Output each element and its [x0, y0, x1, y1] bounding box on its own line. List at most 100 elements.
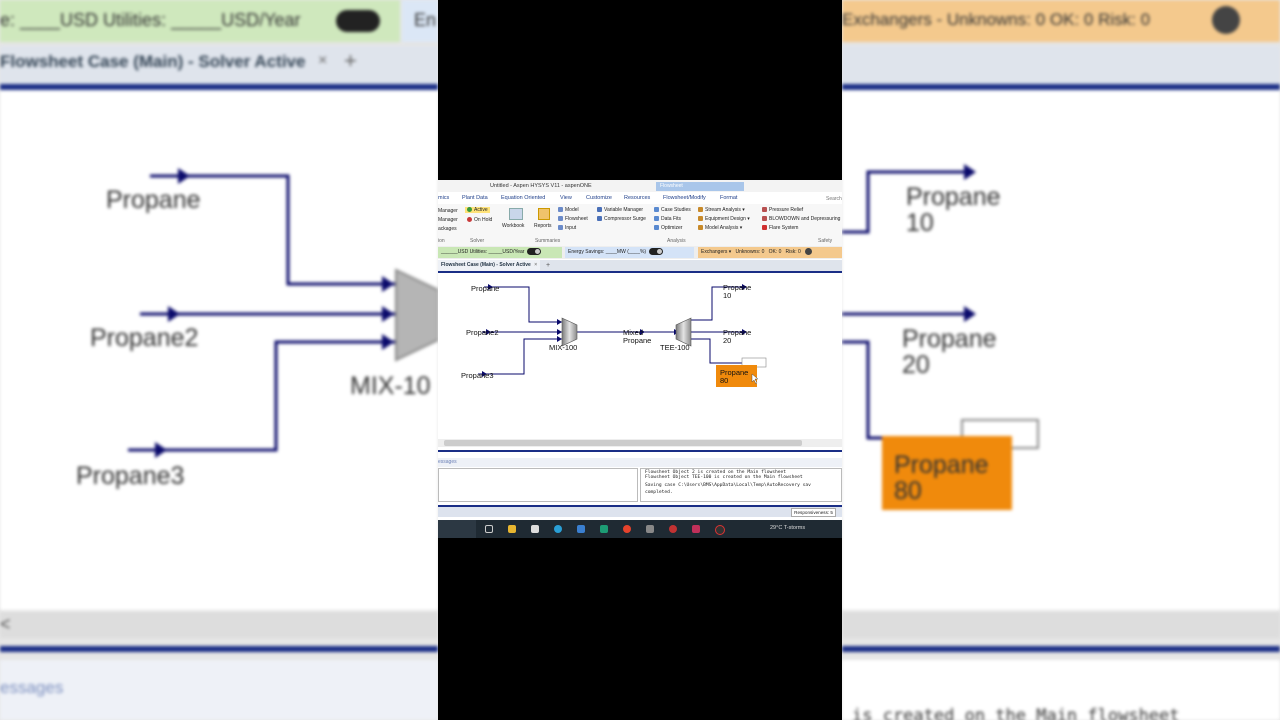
summary-input-label: Input: [565, 225, 577, 231]
pressure-relief-button[interactable]: Pressure Relief: [762, 207, 803, 213]
solver-active-button[interactable]: Active: [465, 207, 490, 213]
flare-system-button[interactable]: Flare System: [762, 225, 798, 231]
summary-input[interactable]: Input: [558, 225, 576, 231]
summary-model-label: Model: [565, 207, 579, 213]
pane-divider[interactable]: [438, 450, 842, 452]
summary-model[interactable]: Model: [558, 207, 579, 213]
add-tab-button[interactable]: +: [546, 260, 550, 271]
cost-status-text: ______USD Utilities: _____USD/Year: [441, 249, 525, 255]
tab-view[interactable]: View: [560, 195, 572, 201]
workbook-button[interactable]: Workbook: [502, 223, 524, 229]
tab-resources[interactable]: Resources: [624, 195, 650, 201]
close-icon[interactable]: ×: [534, 262, 537, 268]
tab-equation-oriented[interactable]: Equation Oriented: [501, 195, 545, 201]
data-fits-label: Data Fits: [661, 216, 682, 222]
mix-100-block[interactable]: [561, 317, 578, 347]
edge-browser-icon[interactable]: [554, 525, 562, 533]
store-icon[interactable]: [531, 525, 539, 533]
tab-dynamics[interactable]: mics: [438, 195, 449, 201]
bg-stream-propane3: Propane3: [76, 462, 185, 490]
model-analysis-icon: [698, 225, 703, 231]
trace-window[interactable]: Flowsheet Object 2 is created on the Mai…: [640, 468, 842, 502]
optimizer-button[interactable]: Optimizer: [654, 225, 682, 231]
stream-label-mixed-propane[interactable]: Mixed Propane: [623, 329, 651, 345]
windows-taskbar: 29°C T-storms: [438, 520, 842, 538]
stream-label-propane2[interactable]: Propane2: [466, 329, 499, 337]
solver-active-icon: [467, 207, 472, 213]
canvas-horizontal-scrollbar[interactable]: [438, 439, 842, 447]
application-status-bar: Responsiveness: 5: [438, 505, 842, 517]
bg-message-line: is created on the Main flowsheet: [852, 706, 1180, 720]
equipment-design-button[interactable]: Equipment Design ▾: [698, 216, 750, 222]
risk-count: Risk: 0: [785, 249, 801, 255]
flowsheet-canvas[interactable]: Propane Propane2 Propane3 MIX-100 Mixed …: [438, 273, 842, 439]
cost-toggle[interactable]: [527, 248, 542, 256]
ribbon-manager-2[interactable]: Manager: [438, 217, 458, 223]
solver-active-label: Active: [474, 207, 488, 213]
task-view-icon[interactable]: [485, 525, 493, 533]
ribbon-manager-1[interactable]: Manager: [438, 208, 458, 214]
case-studies-button[interactable]: Case Studies: [654, 207, 691, 213]
chrome-icon[interactable]: [623, 525, 631, 533]
stream-label-propane[interactable]: Propane: [471, 285, 499, 293]
compressor-surge-icon: [597, 216, 602, 222]
responsiveness-indicator[interactable]: Responsiveness: 5: [791, 508, 836, 517]
exchangers-status[interactable]: Exchangers ▾ Unknowns: 0 OK: 0 Risk: 0: [698, 247, 842, 258]
messages-left-pane[interactable]: [438, 468, 638, 502]
energy-status-text: Energy Savings: ____MW (____%): [568, 249, 647, 255]
blowdown-label: BLOWDOWN and Depressuring: [769, 216, 841, 222]
document-tab-row: Flowsheet Case (Main) - Solver Active × …: [438, 260, 842, 273]
recorder-icon[interactable]: [715, 525, 725, 535]
unit-label-mix-100[interactable]: MIX-100: [549, 344, 577, 352]
unit-label-tee-100[interactable]: TEE-100: [660, 344, 690, 352]
compressor-surge-button[interactable]: Compressor Surge: [597, 216, 646, 222]
stream-lines: [478, 286, 744, 375]
cost-status[interactable]: ______USD Utilities: _____USD/Year: [438, 247, 562, 258]
solver-onhold-button[interactable]: On Hold: [467, 217, 492, 223]
bg-divider-right: [842, 646, 1280, 652]
taskbar-search[interactable]: [438, 520, 476, 538]
summary-flowsheet[interactable]: Flowsheet: [558, 216, 588, 222]
reports-button[interactable]: Reports: [534, 223, 552, 229]
file-explorer-icon[interactable]: [508, 525, 516, 533]
bg-status-exchangers: Exchangers - Unknowns: 0 OK: 0 Risk: 0: [842, 10, 1151, 29]
mail-icon[interactable]: [577, 525, 585, 533]
tab-format[interactable]: Format: [720, 195, 737, 201]
stream-analysis-button[interactable]: Stream Analysis ▾: [698, 207, 745, 213]
scrollbar-thumb[interactable]: [444, 440, 802, 446]
ribbon-packages[interactable]: ackages: [438, 226, 457, 232]
tab-customize[interactable]: Customize: [586, 195, 612, 201]
exchangers-label: Exchangers: [701, 249, 728, 255]
stream-label-propane20[interactable]: Propane 20: [723, 329, 751, 345]
ok-count: OK: 0: [768, 249, 782, 255]
access-icon[interactable]: [692, 525, 700, 533]
blowdown-button[interactable]: BLOWDOWN and Depressuring: [762, 216, 840, 222]
stream-label-propane10[interactable]: Propane 10: [723, 284, 751, 300]
gear-icon[interactable]: [805, 248, 813, 256]
bg-p20-line1: Propane: [902, 325, 997, 353]
weather-widget[interactable]: 29°C T-storms: [770, 525, 805, 531]
tab-flowsheet-modify[interactable]: Flowsheet/Modify: [663, 195, 706, 201]
stream-label-propane3[interactable]: Propane3: [461, 372, 494, 380]
workbook-icon: [509, 208, 523, 220]
tee-100-block[interactable]: [675, 317, 692, 347]
bg-p80-line1: Propane: [894, 451, 989, 479]
data-fits-button[interactable]: Data Fits: [654, 216, 681, 222]
tee-icon: [675, 317, 692, 347]
trace-line: completed.: [645, 490, 673, 496]
stream-label-propane80[interactable]: Propane 80: [720, 369, 748, 385]
bg-scroll-arrow: <: [0, 614, 11, 634]
context-tab-flowsheet[interactable]: Flowsheet: [656, 182, 744, 191]
search-box[interactable]: Search: [826, 196, 842, 202]
bg-tab-row-right: [842, 46, 1280, 84]
aspen-hysys-icon[interactable]: [600, 525, 608, 533]
energy-toggle[interactable]: [649, 248, 664, 256]
tab-flowsheet-case-main[interactable]: Flowsheet Case (Main) - Solver Active ×: [438, 260, 541, 271]
window-title: Untitled - Aspen HYSYS V11 - aspenONE: [490, 183, 592, 189]
variable-manager-button[interactable]: Variable Manager: [597, 207, 643, 213]
app-red-icon[interactable]: [669, 525, 677, 533]
app-icon[interactable]: [646, 525, 654, 533]
tab-plant-data[interactable]: Plant Data: [462, 195, 488, 201]
model-analysis-button[interactable]: Model Analysis ▾: [698, 225, 742, 231]
energy-status[interactable]: Energy Savings: ____MW (____%): [565, 247, 694, 258]
